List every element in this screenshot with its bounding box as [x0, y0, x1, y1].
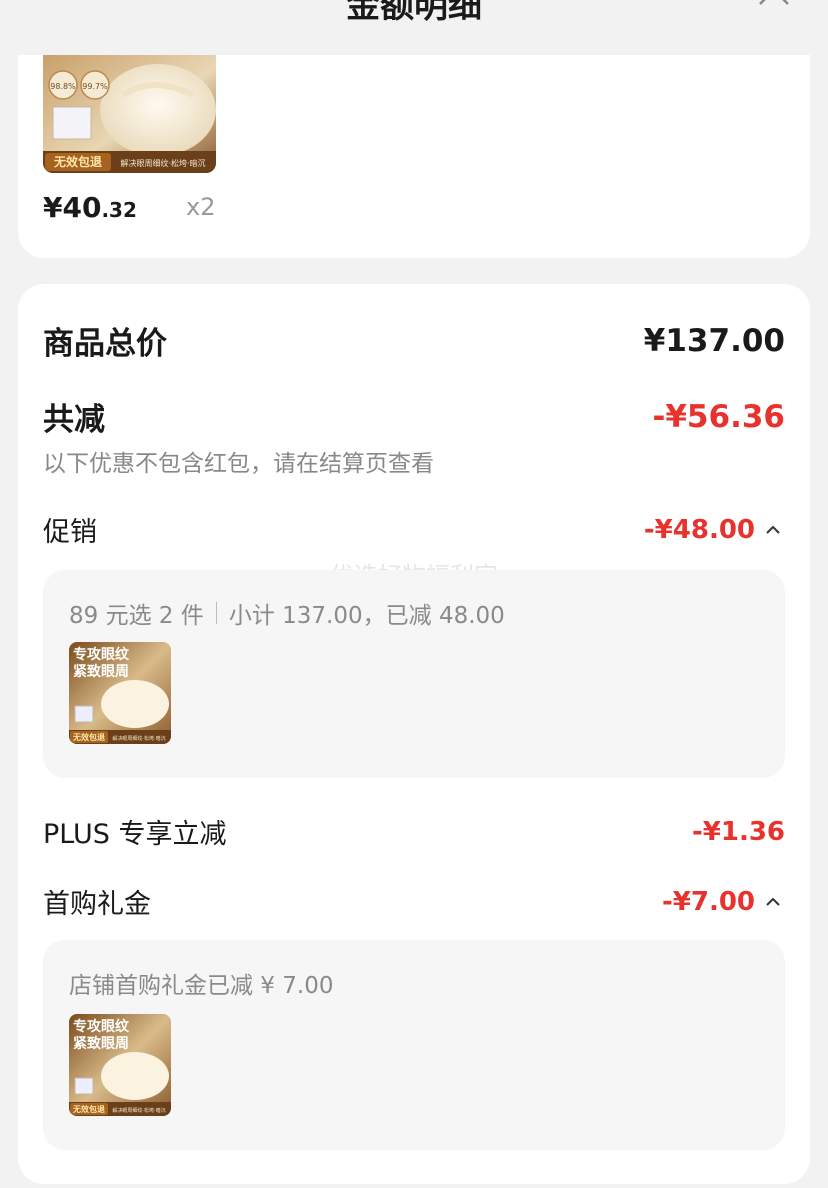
- thumb-badge: 无效包退: [72, 1104, 105, 1114]
- first-buy-row[interactable]: 首购礼金 -¥7.00: [43, 882, 785, 921]
- close-icon[interactable]: [756, 0, 792, 8]
- first-buy-product-thumb[interactable]: 专攻眼纹 紧致眼周 无效包退 解决眼周细纹·松垮·暗沉: [69, 1014, 171, 1116]
- stat-1-text: 98.8%: [50, 82, 76, 91]
- plus-label: PLUS 专享立减: [43, 819, 227, 850]
- first-buy-amount-wrap: -¥7.00: [662, 887, 785, 917]
- summary-card: 商品总价 ¥137.00 共减 -¥56.36 以下优惠不包含红包，请在结算页查…: [18, 284, 810, 1184]
- thumb-title-2: 紧致眼周: [73, 663, 129, 680]
- thumb-title-2: 紧致眼周: [73, 1035, 129, 1052]
- promo-amount: -¥48.00: [643, 514, 755, 545]
- page-title: 金额明细: [346, 0, 482, 26]
- promo-amount-wrap: -¥48.00: [644, 515, 785, 545]
- promo-summary: 小计 137.00，已减 48.00: [228, 603, 505, 629]
- product-quantity: x2: [186, 193, 216, 221]
- thumb-title-1: 专攻眼纹: [73, 646, 130, 663]
- thumb-badge: 无效包退: [72, 732, 105, 742]
- first-buy-detail-box: 店铺首购礼金已减 ¥ 7.00 专攻眼纹 紧致眼周 无效包退 解决眼周细纹·松垮…: [43, 940, 785, 1150]
- total-amount: ¥137.00: [643, 322, 785, 359]
- chevron-up-icon[interactable]: [761, 890, 785, 914]
- tagline-text: 解决眼周细纹·松垮·暗沉: [120, 158, 205, 168]
- promo-product-thumb[interactable]: 专攻眼纹 紧致眼周 无效包退 解决眼周细纹·松垮·暗沉: [69, 642, 171, 744]
- promo-row[interactable]: 促销 -¥48.00: [43, 510, 785, 549]
- product-image[interactable]: 98.8% 99.7% 无效包退 解决眼周细纹·松垮·暗沉: [43, 55, 216, 173]
- plus-amount: -¥1.36: [691, 816, 785, 847]
- discount-amount: -¥56.36: [652, 398, 786, 435]
- product-price: ¥40 .32: [43, 191, 137, 231]
- thumb-title-1: 专攻眼纹: [73, 1018, 130, 1035]
- first-buy-detail: 店铺首购礼金已减 ¥ 7.00: [69, 973, 334, 999]
- promo-detail-text: 89 元选 2 件 小计 137.00，已减 48.00: [69, 596, 505, 630]
- first-buy-label: 首购礼金: [43, 889, 151, 920]
- first-buy-amount: -¥7.00: [661, 886, 755, 917]
- discount-row: 共减 -¥56.36: [43, 394, 785, 439]
- total-label: 商品总价: [43, 326, 167, 362]
- badge-text: 无效包退: [53, 154, 102, 169]
- header: 金额明细: [0, 0, 828, 40]
- total-row: 商品总价 ¥137.00: [43, 318, 785, 363]
- promo-label: 促销: [43, 517, 97, 548]
- promo-detail-box: 89 元选 2 件 小计 137.00，已减 48.00 专攻眼纹 紧致眼周 无…: [43, 570, 785, 778]
- promo-rule: 89 元选 2 件: [69, 603, 204, 629]
- product-card: 98.8% 99.7% 无效包退 解决眼周细纹·松垮·暗沉 ¥40 .32 x2: [18, 55, 810, 258]
- thumb-tagline: 解决眼周细纹·松垮·暗沉: [112, 735, 165, 742]
- discount-note: 以下优惠不包含红包，请在结算页查看: [43, 451, 434, 477]
- discount-label: 共减: [43, 402, 105, 438]
- plus-row: PLUS 专享立减 -¥1.36: [43, 812, 785, 851]
- stat-2-text: 99.7%: [82, 82, 108, 91]
- divider: [215, 602, 217, 624]
- chevron-up-icon[interactable]: [761, 518, 785, 542]
- price-decimal: .32: [101, 198, 137, 222]
- price-integer: ¥40: [43, 191, 102, 224]
- thumb-tagline: 解决眼周细纹·松垮·暗沉: [112, 1107, 165, 1114]
